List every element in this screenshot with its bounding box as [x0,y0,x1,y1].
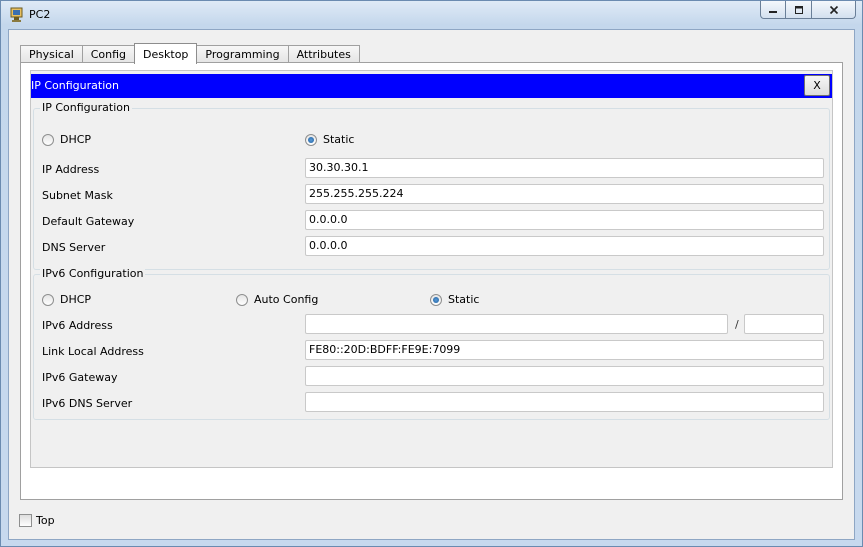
tab-label: Programming [205,48,280,61]
tab-programming[interactable]: Programming [196,45,289,63]
tab-config[interactable]: Config [81,45,136,63]
ip-configuration-title: IP Configuration [31,79,119,92]
window-title: PC2 [29,8,51,21]
default-gateway-label: Default Gateway [42,215,135,228]
top-checkbox[interactable] [19,514,32,527]
subnet-mask-input[interactable]: 255.255.255.224 [305,184,824,204]
tab-label: Attributes [296,48,351,61]
default-gateway-input[interactable]: 0.0.0.0 [305,210,824,230]
ip-configuration-window: IP Configuration X IP Configuration DHCP… [30,70,833,468]
ipv4-static-radio[interactable]: Static [305,133,354,146]
ipv6-gateway-label: IPv6 Gateway [42,371,118,384]
ipv4-dhcp-label: DHCP [60,133,92,146]
maximize-button[interactable] [786,1,812,19]
window-controls [760,1,856,21]
tab-label: Desktop [143,47,189,61]
ipv6-static-label: Static [448,293,480,306]
desktop-tab-panel: IP Configuration X IP Configuration DHCP… [20,62,843,500]
ipv6-static-radio[interactable]: Static [430,293,479,306]
radio-button[interactable] [236,293,248,306]
ipv6-gateway-input[interactable] [305,366,824,386]
ipv4-static-label: Static [323,133,355,146]
app-window: PC2 Physical Config Desktop Programming … [0,0,863,547]
ipv6-dns-server-label: IPv6 DNS Server [42,397,133,410]
ipv6-dns-server-input[interactable] [305,392,824,412]
top-checkbox-label: Top [36,514,55,527]
radio-button-checked[interactable] [305,133,317,146]
dns-server-input[interactable]: 0.0.0.0 [305,236,824,256]
radio-button-checked[interactable] [430,293,442,306]
tab-desktop[interactable]: Desktop [134,43,198,64]
pc-icon [10,7,23,22]
ipv6-prefix-input[interactable] [744,314,824,334]
ipv6-dhcp-label: DHCP [60,293,92,306]
ip-address-input[interactable]: 30.30.30.1 [305,158,824,178]
ipv6-dhcp-radio[interactable]: DHCP [42,293,91,306]
ipv6-auto-config-label: Auto Config [254,293,319,306]
prefix-separator: / [735,318,739,331]
tab-attributes[interactable]: Attributes [287,45,360,63]
maximize-icon [794,5,803,14]
window-client-area: Physical Config Desktop Programming Attr… [8,29,855,540]
close-button[interactable] [812,1,856,19]
title-bar[interactable]: PC2 [1,1,862,29]
ip-configuration-header: IP Configuration X [31,74,832,98]
ipv6-address-label: IPv6 Address [42,319,113,332]
ipv6-address-input[interactable] [305,314,728,334]
tab-physical[interactable]: Physical [20,45,83,63]
tab-label: Config [90,48,127,61]
tab-label: Physical [29,48,74,61]
tab-strip: Physical Config Desktop Programming Attr… [20,43,360,64]
bottom-bar: Top [9,500,854,539]
link-local-address-input[interactable]: FE80::20D:BDFF:FE9E:7099 [305,340,824,360]
subnet-mask-label: Subnet Mask [42,189,113,202]
ipv4-configuration-group: IP Configuration DHCP Static IP Address … [33,101,830,270]
link-local-address-label: Link Local Address [42,345,144,358]
ipv4-dhcp-radio[interactable]: DHCP [42,133,91,146]
ipv6-configuration-group: IPv6 Configuration DHCP Auto Config Stat… [33,267,830,420]
ip-address-label: IP Address [42,163,100,176]
minimize-icon [769,10,777,13]
minimize-button[interactable] [760,1,786,19]
radio-button[interactable] [42,293,54,306]
dns-server-label: DNS Server [42,241,106,254]
radio-button[interactable] [42,133,54,146]
ipv4-group-legend: IP Configuration [40,101,132,114]
ipv6-group-legend: IPv6 Configuration [40,267,146,280]
close-icon [829,5,838,14]
ipv6-auto-config-radio[interactable]: Auto Config [236,293,318,306]
ip-config-close-button[interactable]: X [804,75,830,96]
